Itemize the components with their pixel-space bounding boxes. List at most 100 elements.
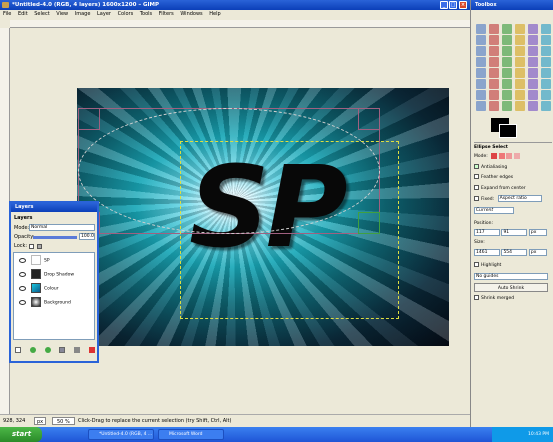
menu-image[interactable]: Image (75, 11, 91, 17)
tool-button-icon[interactable] (476, 35, 486, 45)
position-y-field[interactable]: 91 (501, 229, 528, 236)
menu-windows[interactable]: Windows (180, 11, 202, 17)
duplicate-layer-icon[interactable] (59, 347, 66, 353)
lock-alpha-checkbox[interactable] (37, 244, 42, 249)
menu-select[interactable]: Select (34, 11, 49, 17)
menu-help[interactable]: Help (209, 11, 220, 17)
feather-checkbox[interactable] (474, 174, 479, 179)
tool-button-icon[interactable] (502, 90, 512, 100)
tool-button-icon[interactable] (528, 90, 538, 100)
current-field[interactable]: Current (474, 207, 514, 214)
tool-button-icon[interactable] (541, 68, 551, 78)
tool-button-icon[interactable] (528, 68, 538, 78)
tool-button-icon[interactable] (476, 79, 486, 89)
tool-button-icon[interactable] (502, 24, 512, 34)
size-unit-select[interactable]: px (528, 249, 547, 256)
tool-button-icon[interactable] (515, 46, 525, 56)
tool-button-icon[interactable] (515, 35, 525, 45)
shrink-merged-checkbox[interactable] (474, 295, 479, 300)
tool-button-icon[interactable] (528, 101, 538, 111)
selection-handle-tr[interactable] (358, 108, 380, 130)
tool-button-icon[interactable] (502, 79, 512, 89)
tool-button-icon[interactable] (489, 57, 499, 67)
close-button[interactable]: × (459, 1, 467, 9)
layer-row[interactable]: Drop Shadow (17, 269, 97, 281)
menu-filters[interactable]: Filters (159, 11, 174, 17)
raise-layer-icon[interactable] (29, 347, 36, 353)
layers-dialog[interactable]: Layers Layers Mode: Normal Opacity: 100.… (9, 201, 99, 363)
tool-button-icon[interactable] (502, 101, 512, 111)
guides-select[interactable]: No guides (474, 273, 548, 280)
layer-row[interactable]: SP (17, 255, 97, 267)
auto-shrink-button[interactable]: Auto Shrink (474, 283, 548, 292)
tool-button-icon[interactable] (476, 68, 486, 78)
tool-button-icon[interactable] (541, 57, 551, 67)
position-x-field[interactable]: 117 (474, 229, 500, 236)
tool-button-icon[interactable] (502, 35, 512, 45)
tool-button-icon[interactable] (541, 24, 551, 34)
tool-button-icon[interactable] (476, 24, 486, 34)
zoom-select[interactable]: 50 % (52, 417, 75, 425)
tool-button-icon[interactable] (515, 101, 525, 111)
tool-button-icon[interactable] (502, 57, 512, 67)
tool-button-icon[interactable] (489, 46, 499, 56)
selection-handle-tl[interactable] (78, 108, 100, 130)
fixed-checkbox[interactable] (474, 196, 479, 201)
visibility-eye-icon[interactable] (19, 299, 26, 305)
layer-row[interactable]: Colour (17, 283, 97, 295)
tool-button-icon[interactable] (528, 57, 538, 67)
lower-layer-icon[interactable] (44, 347, 51, 353)
tool-button-icon[interactable] (528, 35, 538, 45)
tool-button-icon[interactable] (476, 57, 486, 67)
tool-button-icon[interactable] (489, 79, 499, 89)
anchor-layer-icon[interactable] (74, 347, 81, 353)
tool-button-icon[interactable] (515, 68, 525, 78)
replace-mode-icon[interactable] (491, 152, 498, 159)
fixed-select[interactable]: Aspect ratio (497, 195, 542, 202)
lock-pixels-checkbox[interactable] (29, 244, 34, 249)
tool-button-icon[interactable] (528, 24, 538, 34)
opacity-value[interactable]: 100.0 (79, 233, 95, 240)
tool-button-icon[interactable] (502, 68, 512, 78)
background-color-swatch[interactable] (499, 124, 517, 138)
layer-row[interactable]: Background (17, 297, 97, 309)
tool-button-icon[interactable] (541, 79, 551, 89)
start-button[interactable]: start (0, 427, 42, 442)
position-unit-select[interactable]: px (528, 229, 547, 236)
tool-button-icon[interactable] (541, 90, 551, 100)
visibility-eye-icon[interactable] (19, 257, 26, 263)
horizontal-ruler[interactable] (10, 20, 470, 28)
maximize-button[interactable]: □ (449, 1, 457, 9)
menu-tools[interactable]: Tools (140, 11, 152, 17)
tool-button-icon[interactable] (476, 101, 486, 111)
menu-view[interactable]: View (56, 11, 68, 17)
taskbar-word[interactable]: Microsoft Word (158, 429, 224, 440)
unit-select[interactable]: px (34, 417, 47, 425)
mode-select[interactable]: Normal (29, 224, 95, 231)
tool-button-icon[interactable] (515, 90, 525, 100)
tool-button-icon[interactable] (528, 46, 538, 56)
tool-button-icon[interactable] (489, 68, 499, 78)
menu-layer[interactable]: Layer (97, 11, 111, 17)
taskbar-gimp[interactable]: *Untitled-4.0 (RGB, 4 ... (88, 429, 154, 440)
tool-button-icon[interactable] (489, 101, 499, 111)
menu-edit[interactable]: Edit (18, 11, 28, 17)
visibility-eye-icon[interactable] (19, 271, 26, 277)
tool-button-icon[interactable] (489, 90, 499, 100)
tool-button-icon[interactable] (489, 24, 499, 34)
tool-button-icon[interactable] (489, 35, 499, 45)
opacity-slider[interactable] (33, 236, 77, 239)
tool-button-icon[interactable] (476, 46, 486, 56)
highlight-checkbox[interactable] (474, 262, 479, 267)
tool-button-icon[interactable] (515, 57, 525, 67)
tool-button-icon[interactable] (515, 24, 525, 34)
visibility-eye-icon[interactable] (19, 285, 26, 291)
subtract-mode-icon[interactable] (506, 152, 513, 159)
layer-list[interactable]: SP Drop Shadow Colour Background (13, 252, 95, 340)
tool-button-icon[interactable] (515, 79, 525, 89)
tool-button-icon[interactable] (541, 101, 551, 111)
add-mode-icon[interactable] (498, 152, 505, 159)
tool-button-icon[interactable] (528, 79, 538, 89)
toolbox[interactable]: Toolbox Ellipse Select Mode: Antialiasin… (470, 0, 553, 427)
tool-button-icon[interactable] (476, 90, 486, 100)
